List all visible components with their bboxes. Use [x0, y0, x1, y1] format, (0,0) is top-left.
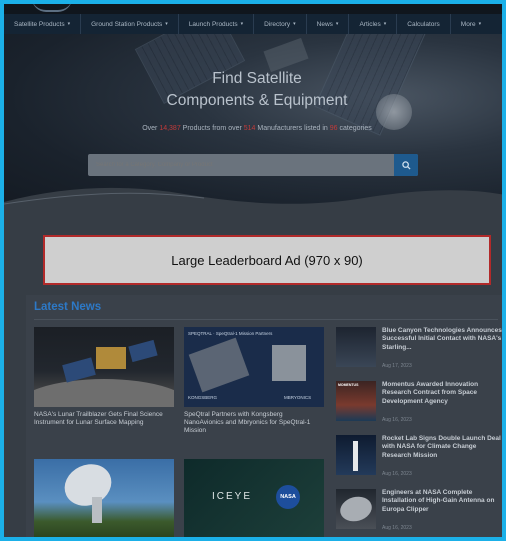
main-content: Large Leaderboard Ad (970 x 90) Latest N… [4, 214, 502, 537]
chevron-down-icon: ▾ [67, 21, 71, 27]
nav-label: More [460, 20, 476, 28]
browser-viewport: Satellite Products ▾ Ground Station Produ… [0, 0, 506, 541]
news-card[interactable] [34, 459, 174, 537]
hero-title-line2: Components & Equipment [166, 92, 348, 109]
news-thumbnail: MOMENTUS [336, 381, 376, 421]
products-count: 14,387 [159, 125, 181, 132]
news-date: Aug 16, 2023 [382, 471, 412, 477]
news-date: Aug 16, 2023 [382, 525, 412, 531]
news-thumbnail [336, 327, 376, 367]
chevron-down-icon: ▾ [478, 21, 482, 27]
news-list-item[interactable]: MOMENTUS Momentus Awarded Innovation Res… [336, 381, 502, 429]
nav-label: News [316, 20, 333, 28]
site-logo[interactable] [32, 4, 72, 12]
subtitle-text: Manufacturers listed in [255, 125, 330, 132]
categories-count: 96 [329, 125, 338, 132]
news-thumbnail [336, 435, 376, 475]
spacecraft-body [96, 347, 126, 369]
chevron-down-icon: ▾ [293, 21, 296, 27]
ad-label: Large Leaderboard Ad (970 x 90) [171, 252, 363, 268]
news-title: Engineers at NASA Complete Installation … [382, 489, 495, 513]
nav-item-more[interactable]: More ▾ [451, 14, 491, 34]
news-date: Aug 17, 2023 [382, 363, 412, 369]
section-title: Latest News [34, 301, 102, 313]
subtitle-text: Over [142, 125, 160, 132]
nav-item-calculators[interactable]: Calculators [397, 14, 451, 34]
hero-wave-divider [4, 187, 502, 214]
partner-logo: ICEYE [212, 491, 253, 502]
search-button[interactable] [394, 154, 418, 176]
news-list-item[interactable]: Blue Canyon Technologies Announces Succe… [336, 327, 502, 375]
nav-item-satellite-products[interactable]: Satellite Products ▾ [4, 14, 82, 34]
solar-panel [128, 339, 158, 363]
news-title: NASA's Lunar Trailblazer Gets Final Scie… [34, 411, 163, 427]
news-title: Momentus Awarded Innovation Research Con… [382, 381, 479, 405]
antenna-dish [57, 459, 119, 514]
nav-label: Calculators [407, 20, 440, 28]
nav-item-ground-station-products[interactable]: Ground Station Products ▾ [81, 14, 179, 34]
thumb-label: MOMENTUS [338, 383, 359, 387]
main-nav: Satellite Products ▾ Ground Station Produ… [4, 14, 502, 34]
hero-subtitle: Over 14,387 Products from over 514 Manuf… [4, 125, 502, 132]
news-title: Blue Canyon Technologies Announces Succe… [382, 327, 502, 351]
chevron-down-icon: ▾ [165, 21, 168, 27]
hero-title-line1: Find Satellite [212, 70, 302, 87]
news-card[interactable]: ICEYE NASA [184, 459, 324, 537]
nav-label: Launch Products [188, 20, 238, 28]
nasa-logo: NASA [276, 485, 300, 509]
subtitle-text: Products from over [180, 125, 244, 132]
moon-surface [34, 379, 174, 407]
news-title: SpeQtral Partners with Kongsberg NanoAvi… [184, 411, 311, 435]
chevron-down-icon: ▾ [335, 21, 339, 27]
latest-news-section: Latest News NASA's Lunar Trailblazer Get… [26, 295, 502, 537]
satellite-graphic [272, 345, 306, 381]
antenna [337, 493, 375, 525]
partner-logo: MBRYONICS [284, 395, 312, 400]
news-title: Rocket Lab Signs Double Launch Deal with… [382, 435, 501, 459]
divider [34, 319, 498, 320]
nav-label: Satellite Products [14, 20, 65, 28]
satellite-body [263, 37, 309, 73]
news-image [34, 327, 174, 407]
satellite-graphic [188, 337, 250, 393]
antenna-mount [92, 497, 102, 523]
nav-item-news[interactable]: News ▾ [307, 14, 350, 34]
hero-section: Find Satellite Components & Equipment Ov… [4, 34, 502, 214]
search-bar [88, 154, 418, 176]
manufacturers-count: 514 [243, 125, 256, 132]
leaderboard-ad[interactable]: Large Leaderboard Ad (970 x 90) [43, 235, 491, 285]
nav-item-launch-products[interactable]: Launch Products ▾ [179, 14, 255, 34]
news-image [34, 459, 174, 537]
news-card[interactable]: SPEQTRAL · SpeQtral-1 Mission Partners K… [184, 327, 324, 435]
nav-label: Directory [264, 20, 291, 28]
news-date: Aug 16, 2023 [382, 417, 412, 423]
news-thumbnail [336, 489, 376, 529]
chevron-down-icon: ▾ [383, 21, 387, 27]
news-image: ICEYE NASA [184, 459, 324, 537]
news-list-item[interactable]: Engineers at NASA Complete Installation … [336, 489, 502, 537]
nav-item-directory[interactable]: Directory ▾ [254, 14, 307, 34]
nav-item-articles[interactable]: Articles ▾ [349, 14, 398, 34]
news-card[interactable]: NASA's Lunar Trailblazer Gets Final Scie… [34, 327, 174, 427]
rocket [353, 441, 358, 471]
news-list-item[interactable]: Rocket Lab Signs Double Launch Deal with… [336, 435, 502, 483]
header-strip [4, 4, 502, 14]
partner-logo: KONGSBERG [188, 395, 218, 400]
nav-label: Ground Station Products [91, 20, 163, 28]
magnifier-icon [401, 160, 411, 170]
chevron-down-icon: ▾ [240, 21, 244, 27]
search-input[interactable] [88, 154, 394, 176]
news-image: SPEQTRAL · SpeQtral-1 Mission Partners K… [184, 327, 324, 407]
subtitle-text: categories [337, 125, 372, 132]
banner-logo: SPEQTRAL · SpeQtral-1 Mission Partners [188, 331, 273, 336]
nav-label: Articles [359, 20, 381, 28]
